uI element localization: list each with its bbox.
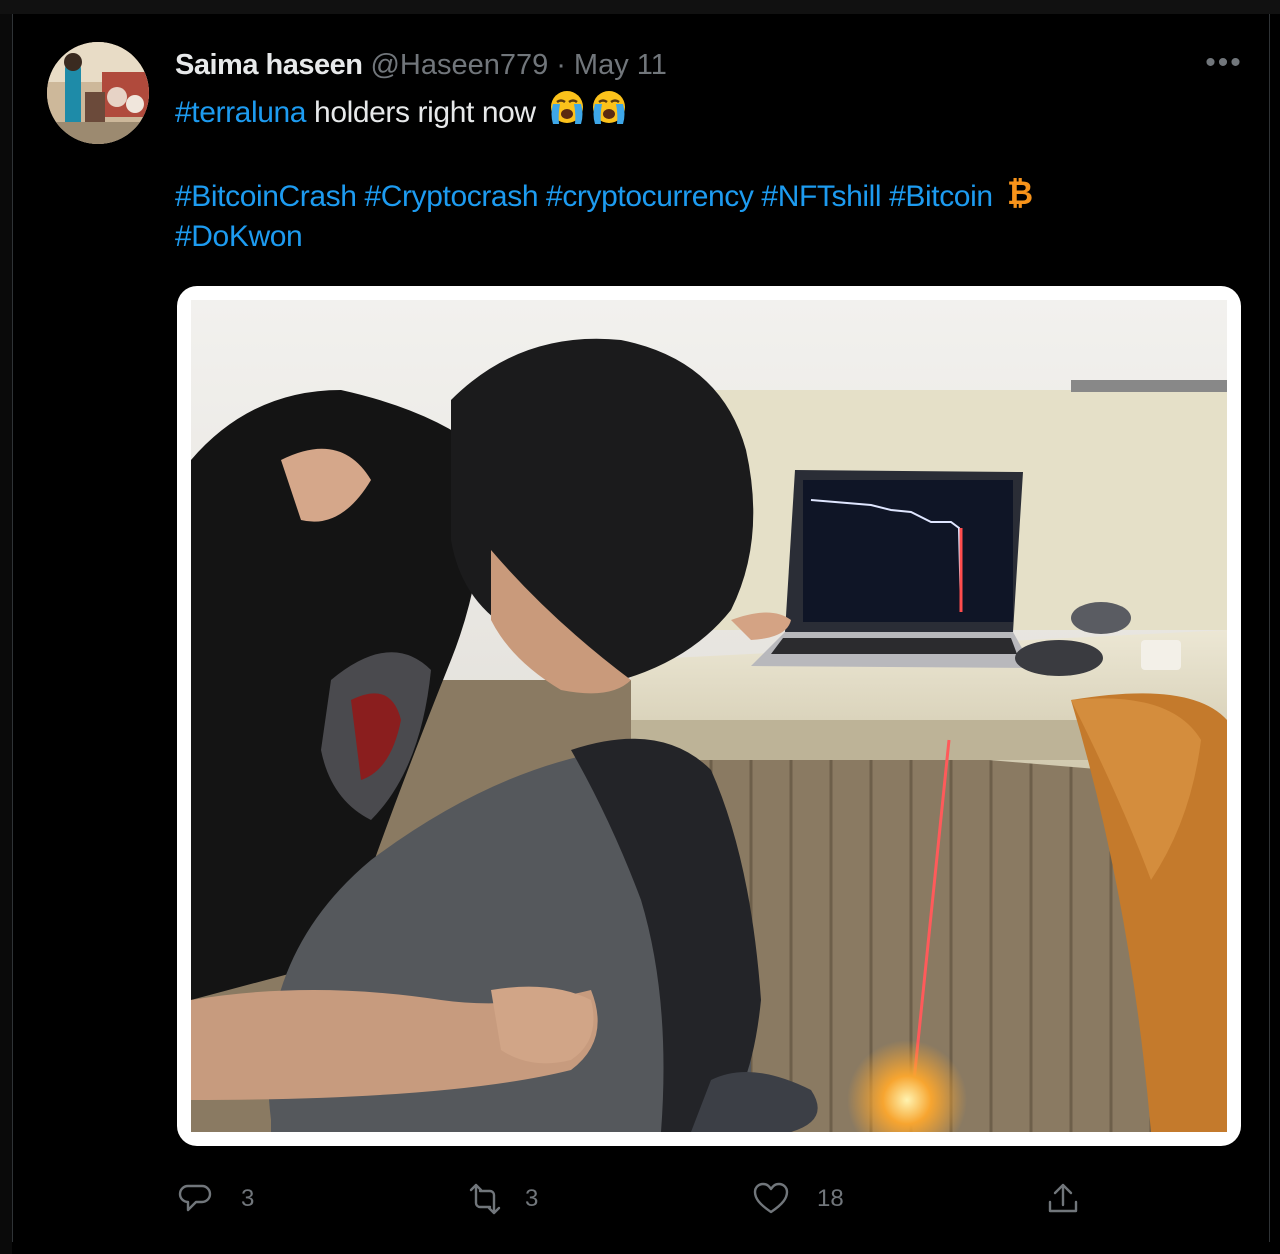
header-separator: ·	[556, 48, 566, 81]
avatar[interactable]	[47, 42, 149, 144]
tweet-image[interactable]	[177, 286, 1241, 1146]
hashtag-bitcoin[interactable]: #Bitcoin	[889, 180, 993, 213]
tweet-text-line-1: #terraluna holders right now	[175, 90, 1235, 132]
tweet-actions: 3 3 18	[175, 1174, 1175, 1224]
like-button[interactable]: 18	[751, 1174, 844, 1224]
author-name[interactable]: Saima haseen	[175, 49, 363, 82]
hashtag-dokwon[interactable]: #DoKwon	[175, 220, 303, 253]
tweet-text-line-3: #DoKwon	[175, 216, 1235, 258]
tweet-text-blank-line	[175, 132, 1235, 174]
tweet-header: Saima haseen @Haseen779 · May 11	[175, 46, 667, 84]
more-options-icon[interactable]: •••	[1201, 46, 1247, 79]
loudly-crying-face-icon	[590, 90, 628, 138]
tweet-card[interactable]: Saima haseen @Haseen779 · May 11 ••• #te…	[12, 14, 1270, 1242]
retweet-count: 3	[525, 1185, 539, 1212]
hashtag-cryptocrash[interactable]: #Cryptocrash	[365, 180, 539, 213]
like-count: 18	[817, 1185, 844, 1212]
hashtag-terraluna[interactable]: #terraluna	[175, 96, 306, 129]
hashtag-bitcoincrash[interactable]: #BitcoinCrash	[175, 180, 357, 213]
window-left-edge	[0, 14, 12, 1254]
author-handle[interactable]: @Haseen779	[370, 49, 548, 82]
reply-count: 3	[241, 1185, 255, 1212]
reply-button[interactable]: 3	[175, 1174, 254, 1224]
hashtag-cryptocurrency[interactable]: #cryptocurrency	[546, 180, 754, 213]
avatar-image	[47, 42, 149, 144]
tweet-date[interactable]: May 11	[574, 49, 667, 82]
retweet-button[interactable]: 3	[465, 1174, 538, 1224]
svg-text:₿: ₿	[1007, 174, 1033, 210]
hashtag-nftshill[interactable]: #NFTshill	[761, 180, 881, 213]
reply-icon	[175, 1179, 215, 1219]
loudly-crying-face-icon	[548, 90, 586, 138]
share-button[interactable]	[1043, 1174, 1083, 1224]
window-top-edge	[0, 0, 1280, 14]
tweet-text: #terraluna holders right now #BitcoinCra…	[175, 90, 1235, 258]
heart-icon	[751, 1179, 791, 1219]
tweet-text-phrase: holders right now	[306, 95, 544, 129]
share-icon	[1043, 1179, 1083, 1219]
retweet-icon	[465, 1179, 505, 1219]
crying-crypto-holder-photo	[191, 300, 1227, 1132]
tweet-text-line-2: #BitcoinCrash #Cryptocrash #cryptocurren…	[175, 174, 1235, 216]
bitcoin-icon: ₿	[1005, 174, 1035, 222]
